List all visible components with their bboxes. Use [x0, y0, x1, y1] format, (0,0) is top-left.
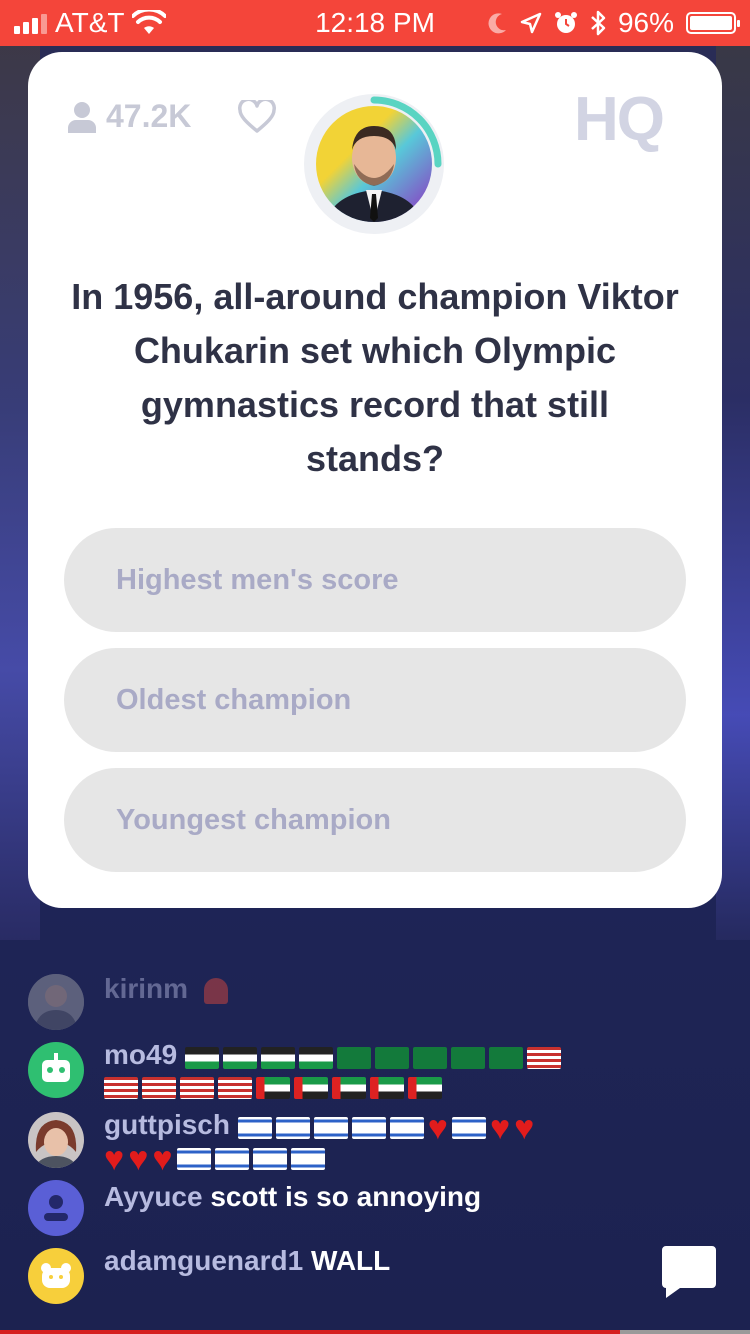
chat-message-text: WALL [310, 1245, 391, 1276]
uae-flag-icon [408, 1077, 442, 1100]
us-flag-icon [526, 1047, 561, 1070]
us-flag-icon [142, 1077, 176, 1100]
uae-flag-icon [294, 1077, 328, 1100]
saudi-flag-icon [336, 1047, 371, 1070]
chat-username: mo49 [104, 1039, 178, 1070]
chat-message [28, 1112, 84, 1168]
answer-option-1[interactable]: Highest men's score [64, 528, 686, 632]
israel-flag-icon [252, 1148, 287, 1171]
us-flag-icon [180, 1077, 214, 1100]
avatar [28, 974, 84, 1030]
flag-emojis: ♥♥♥ [104, 1140, 538, 1179]
red-heart-icon: ♥ [128, 1140, 151, 1179]
palestine-flag-icon [260, 1047, 295, 1070]
israel-flag-icon [389, 1117, 424, 1140]
red-heart-icon: ♥ [427, 1109, 450, 1148]
siren-emoji-icon [203, 977, 228, 1004]
chat-message [28, 1180, 84, 1236]
chat-username: Ayyuce [104, 1181, 203, 1212]
bluetooth-icon [591, 10, 606, 36]
uae-flag-icon [332, 1077, 366, 1100]
uae-flag-icon [370, 1077, 404, 1100]
person-icon [68, 101, 96, 133]
chat-message [28, 1248, 84, 1304]
user-icon [28, 1180, 84, 1236]
chat-bubble-icon[interactable] [660, 1244, 718, 1300]
chat-username: guttpisch [104, 1109, 230, 1140]
chat-text: mo49 [104, 1038, 565, 1102]
palestine-flag-icon [222, 1047, 257, 1070]
us-flag-icon [104, 1077, 138, 1100]
alarm-icon [554, 12, 577, 33]
avatar [28, 1112, 84, 1168]
answer-option-3[interactable]: Youngest champion [64, 768, 686, 872]
status-bar: AT&T 12:18 PM 96% [0, 0, 750, 46]
bear-icon [28, 1248, 84, 1304]
israel-flag-icon [237, 1117, 272, 1140]
saudi-flag-icon [488, 1047, 523, 1070]
flag-emojis: ♥♥♥ [237, 1111, 539, 1145]
viewer-count: 47.2K [68, 98, 191, 135]
saudi-flag-icon [412, 1047, 447, 1070]
chat-message [28, 1042, 84, 1098]
israel-flag-icon [176, 1148, 211, 1171]
israel-flag-icon [214, 1148, 249, 1171]
palestine-flag-icon [298, 1047, 333, 1070]
red-heart-icon: ♥ [104, 1140, 127, 1179]
flag-emojis [104, 1072, 565, 1102]
progress-bar-remaining [620, 1330, 750, 1334]
red-heart-icon: ♥ [152, 1140, 175, 1179]
chat-text: kirinm [104, 972, 228, 1006]
red-heart-icon: ♥ [514, 1109, 537, 1148]
flag-emojis [184, 1044, 565, 1070]
heart-icon[interactable] [238, 100, 276, 134]
location-arrow-icon [520, 12, 542, 34]
palestine-flag-icon [184, 1047, 219, 1070]
saudi-flag-icon [374, 1047, 409, 1070]
battery-icon [686, 12, 740, 34]
israel-flag-icon [351, 1117, 386, 1140]
chat-message-text: scott is so annoying [210, 1181, 482, 1212]
hq-logo: HQ [574, 85, 665, 154]
uae-flag-icon [256, 1077, 290, 1100]
israel-flag-icon [275, 1117, 310, 1140]
answer-option-2[interactable]: Oldest champion [64, 648, 686, 752]
chat-username: kirinm [104, 973, 189, 1004]
battery-percent: 96% [617, 7, 674, 38]
chat-username: adamguenard1 [104, 1245, 304, 1276]
timer-ring [370, 96, 442, 168]
us-flag-icon [218, 1077, 252, 1100]
robot-icon [28, 1042, 84, 1098]
chat-text: Ayyuce scott is so annoying [104, 1180, 481, 1214]
question-text: In 1956, all-around champion Viktor Chuk… [71, 276, 679, 479]
israel-flag-icon [313, 1117, 348, 1140]
viewer-count-label: 47.2K [106, 98, 192, 134]
chat-text: guttpisch ♥ ♥♥ ♥♥♥ [104, 1108, 539, 1179]
red-heart-icon: ♥ [489, 1109, 513, 1148]
israel-flag-icon [451, 1117, 486, 1140]
saudi-flag-icon [450, 1047, 485, 1070]
chat-message [28, 974, 84, 1030]
moon-icon [488, 13, 506, 34]
israel-flag-icon [290, 1148, 325, 1171]
chat-text: adamguenard1 WALL [104, 1244, 390, 1278]
